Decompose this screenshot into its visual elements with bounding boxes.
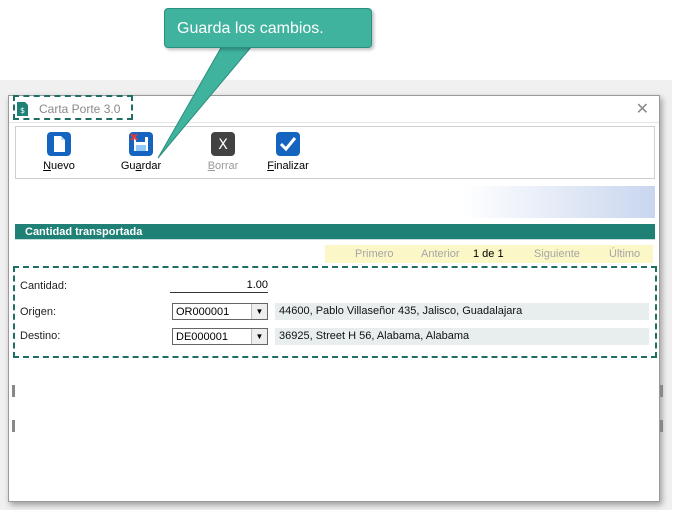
destination-select[interactable]: DE000001 ▼	[172, 328, 268, 345]
save-button[interactable]: Guardar	[113, 129, 169, 177]
quantity-label: Cantidad:	[20, 280, 68, 292]
title-highlight-frame	[13, 95, 133, 120]
pager-last[interactable]: Último	[609, 248, 640, 260]
side-tick	[12, 385, 15, 397]
checkmark-icon	[276, 132, 300, 156]
callout-tooltip: Guarda los cambios.	[164, 8, 372, 48]
header-banner	[15, 186, 655, 218]
pager-current: 1 de 1	[473, 248, 504, 260]
quantity-field[interactable]: 1.00	[170, 279, 268, 293]
origin-label: Origen:	[20, 306, 57, 318]
new-label: Nuevo	[43, 160, 75, 172]
destination-address: 36925, Street H 56, Alabama, Alabama	[275, 328, 649, 345]
record-pager: Primero Anterior 1 de 1 Siguiente Último	[325, 245, 653, 263]
section-header: Cantidad transportada	[15, 224, 655, 240]
finish-button[interactable]: Finalizar	[262, 129, 314, 177]
delete-label: Borrar	[207, 160, 239, 172]
new-button[interactable]: Nuevo	[34, 129, 84, 177]
origin-select[interactable]: OR000001 ▼	[172, 303, 268, 320]
origin-address: 44600, Pablo Villaseñor 435, Jalisco, Gu…	[275, 303, 649, 320]
chevron-down-icon[interactable]: ▼	[251, 304, 267, 319]
svg-text:X: X	[218, 137, 228, 153]
origin-select-value: OR000001	[176, 306, 230, 318]
finish-label: Finalizar	[267, 160, 309, 172]
toolbar: Nuevo Guardar X Borrar Finalizar	[15, 126, 655, 179]
chevron-down-icon[interactable]: ▼	[251, 329, 267, 344]
carta-porte-window: $ Carta Porte 3.0 ✕ Nuevo Guardar X Borr…	[8, 95, 660, 502]
save-label: Guardar	[120, 160, 162, 172]
side-tick	[660, 385, 663, 397]
destination-label: Destino:	[20, 330, 61, 342]
pager-next[interactable]: Siguiente	[534, 248, 580, 260]
destination-select-value: DE000001	[176, 331, 228, 343]
delete-button[interactable]: X Borrar	[200, 129, 246, 177]
new-document-icon	[47, 132, 71, 156]
close-icon[interactable]: ✕	[636, 99, 649, 119]
delete-x-icon: X	[211, 132, 235, 156]
pager-first[interactable]: Primero	[355, 248, 394, 260]
pager-previous[interactable]: Anterior	[421, 248, 460, 260]
side-tick	[660, 420, 663, 432]
save-icon	[129, 132, 153, 156]
side-tick	[12, 420, 15, 432]
